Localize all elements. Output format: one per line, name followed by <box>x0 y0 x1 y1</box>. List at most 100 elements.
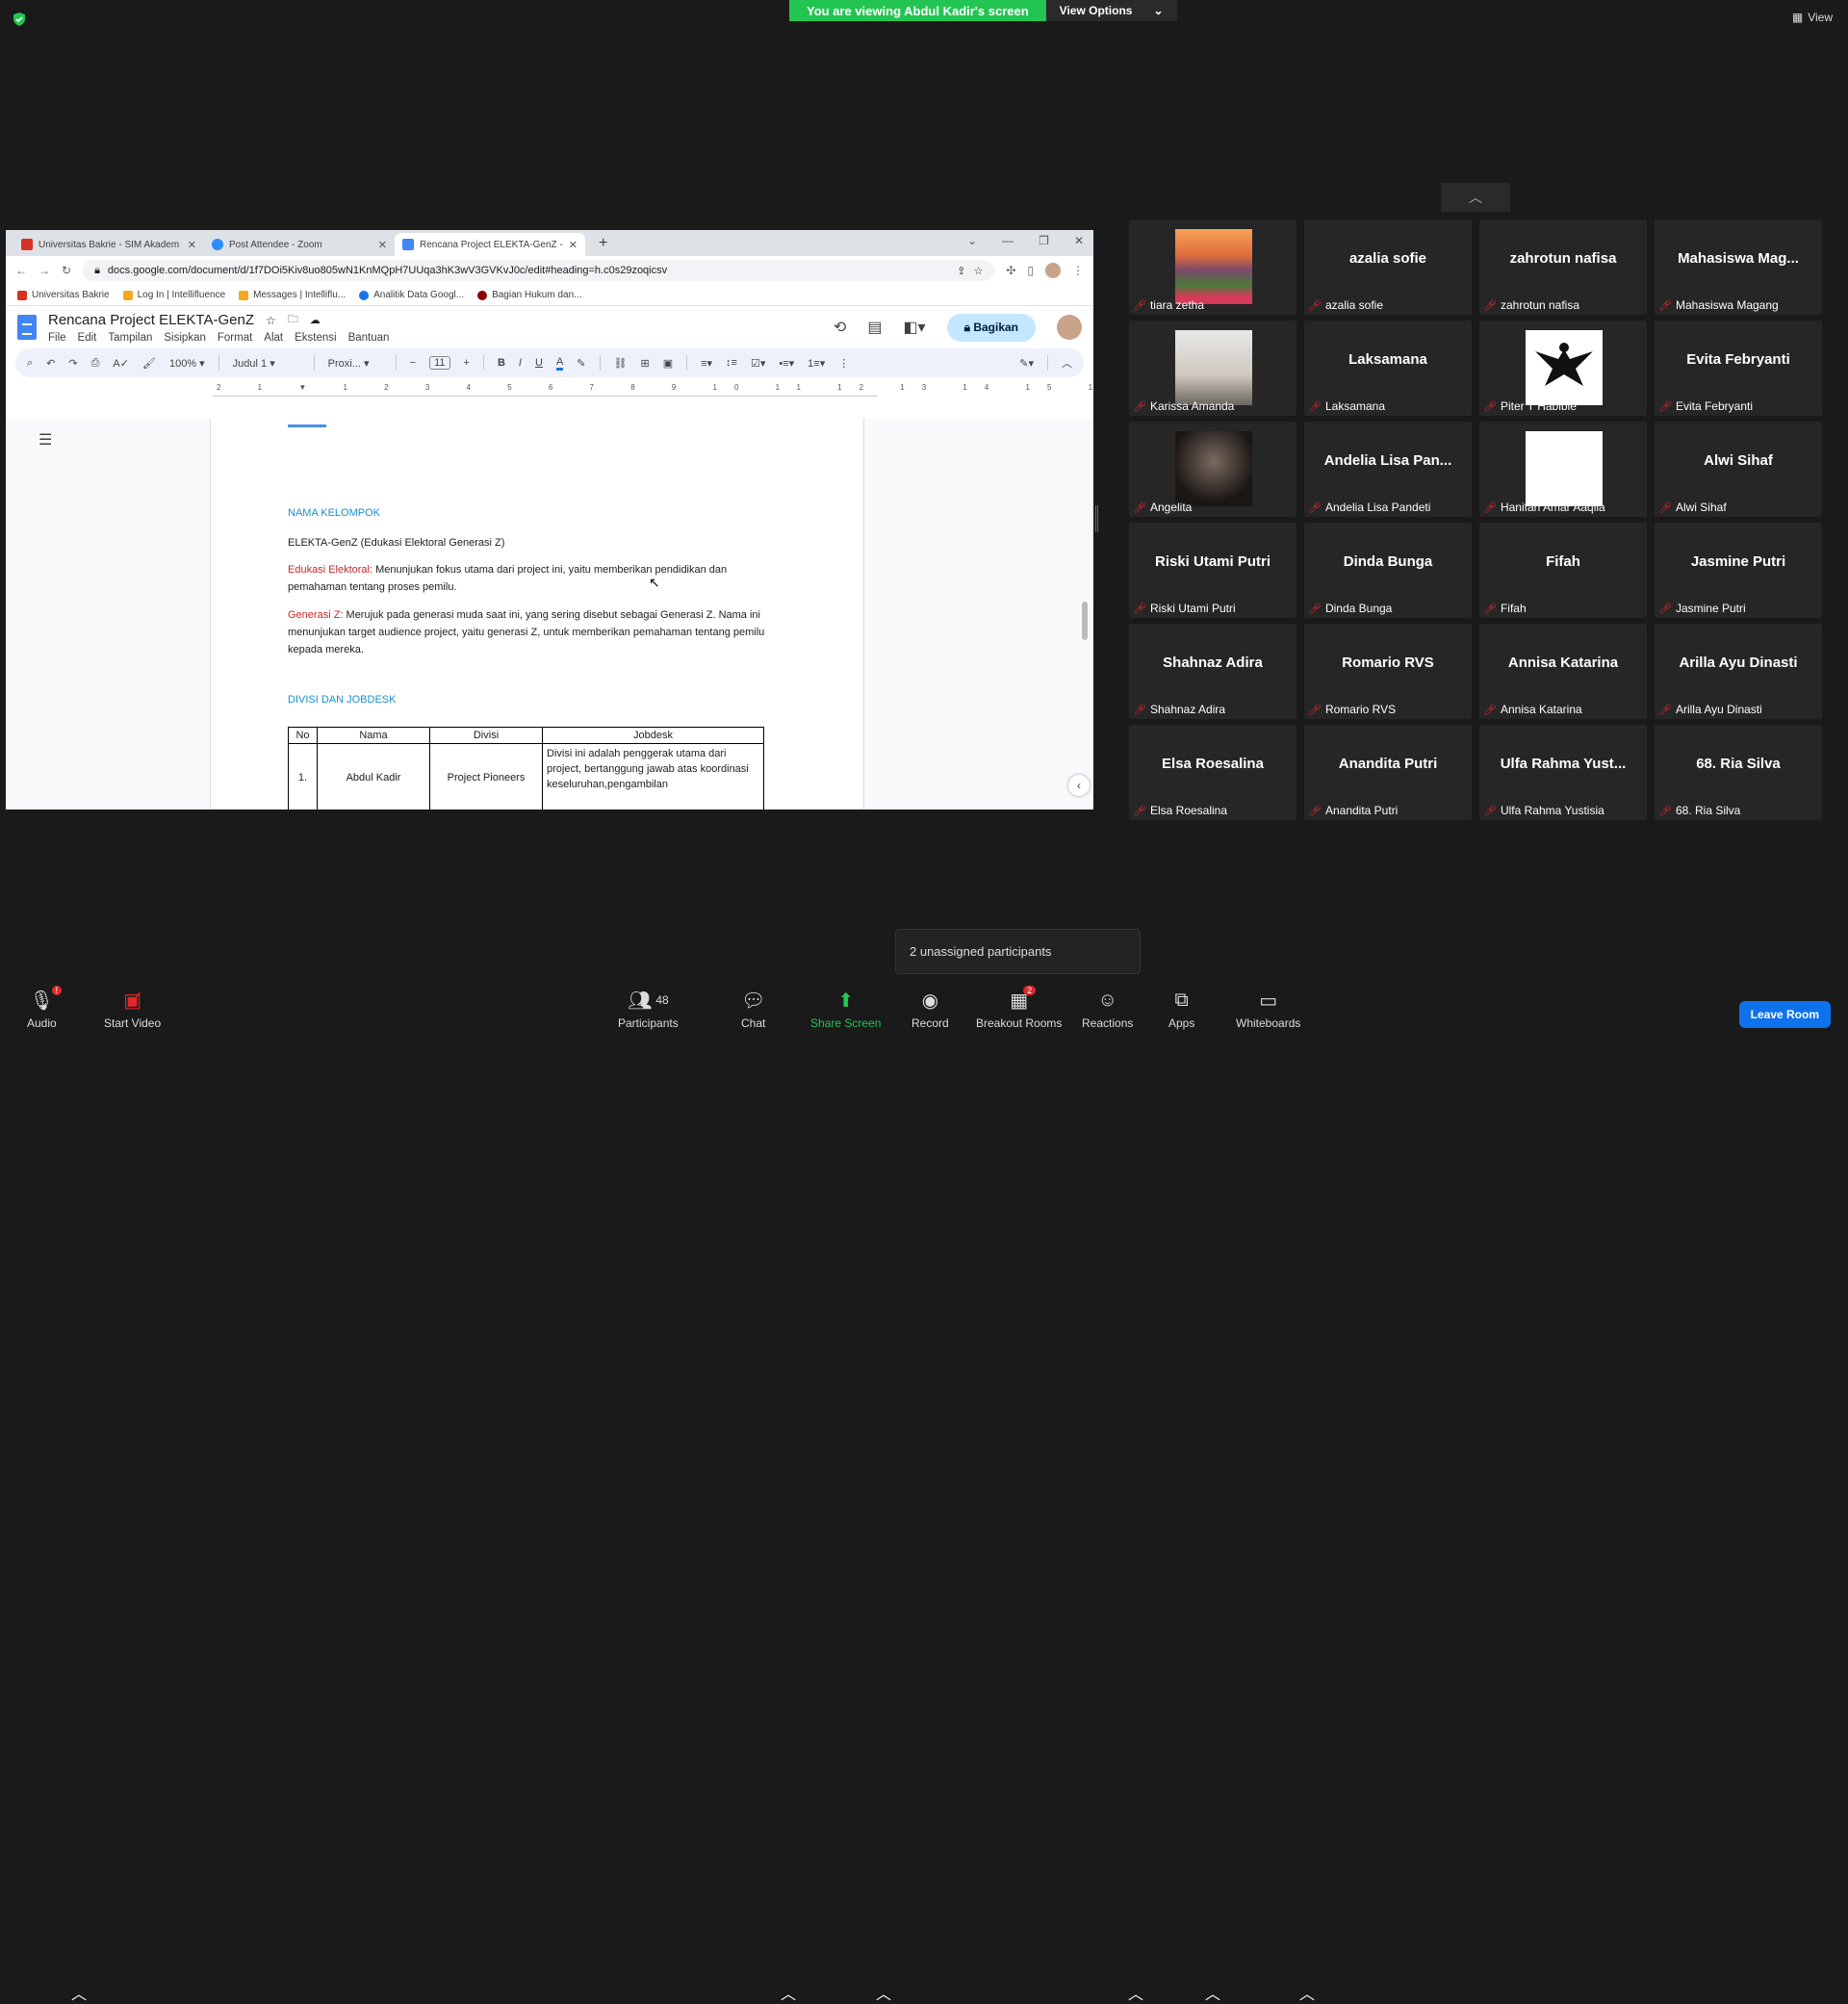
move-folder-icon[interactable]: 🗀︎ <box>288 311 298 329</box>
close-icon[interactable]: ✕ <box>569 239 578 251</box>
participant-tile[interactable]: Mahasiswa Mag... 🎤︎ Mahasiswa Magang <box>1655 219 1822 315</box>
share-caret-icon[interactable]: ︿ <box>876 1981 891 2004</box>
participant-tile[interactable]: 68. Ria Silva 🎤︎ 68. Ria Silva <box>1655 725 1822 820</box>
apps-caret-icon[interactable]: ︿ <box>1205 1981 1220 2004</box>
scrollbar[interactable] <box>1082 602 1088 640</box>
participants-button[interactable]: 👥︎ 48 Participants <box>618 989 679 1031</box>
participant-tile[interactable]: Anandita Putri 🎤︎ Anandita Putri <box>1304 725 1472 820</box>
outline-icon[interactable]: ☰ <box>38 430 52 450</box>
reactions-caret-icon[interactable]: ︿ <box>1128 1981 1143 2004</box>
participant-tile[interactable]: zahrotun nafisa 🎤︎ zahrotun nafisa <box>1479 219 1647 315</box>
start-video-button[interactable]: ▣̸ Start Video <box>104 989 161 1031</box>
edit-mode-icon[interactable]: ✎▾ <box>1019 357 1034 370</box>
record-button[interactable]: ◉ Record <box>911 989 949 1031</box>
decrease-size-icon[interactable]: − <box>410 357 416 369</box>
bookmark-item[interactable]: Universitas Bakrie <box>17 290 110 300</box>
view-options-button[interactable]: View Options ⌄ <box>1045 0 1177 21</box>
close-icon[interactable]: ✕ <box>1074 234 1084 247</box>
participant-tile[interactable]: Annisa Katarina 🎤︎ Annisa Katarina <box>1479 624 1647 719</box>
underline-icon[interactable]: U <box>535 357 543 369</box>
menu-icon[interactable]: ⋮ <box>1072 264 1084 277</box>
leave-room-button[interactable]: Leave Room <box>1738 1001 1831 1028</box>
whiteboards-caret-icon[interactable]: ︿ <box>1299 1981 1315 2004</box>
participant-tile[interactable]: Laksamana 🎤︎ Laksamana <box>1304 321 1472 416</box>
close-icon[interactable]: ✕ <box>188 239 196 251</box>
meet-icon[interactable]: ◧▾ <box>903 318 925 337</box>
participant-tile[interactable]: Jasmine Putri 🎤︎ Jasmine Putri <box>1655 523 1822 618</box>
participant-tile[interactable]: Andelia Lisa Pan... 🎤︎ Andelia Lisa Pandet… <box>1304 422 1472 517</box>
participant-tile[interactable]: 🎤︎ Hanifah Amar Aaqila <box>1479 422 1647 517</box>
more-icon[interactable]: ⋮ <box>838 357 849 370</box>
bookmark-item[interactable]: Messages | Intelliflu... <box>239 290 346 300</box>
star-icon[interactable]: ☆ <box>266 314 276 327</box>
shield-icon[interactable] <box>12 12 27 27</box>
participant-tile[interactable]: 🎤︎ Piter T Habibie <box>1479 321 1647 416</box>
image-icon[interactable]: ▣ <box>663 357 673 370</box>
zoom-select[interactable]: 100% ▾ <box>169 357 205 370</box>
share-button[interactable]: 🔒︎ Bagikan <box>946 313 1036 342</box>
participant-tile[interactable]: Arilla Ayu Dinasti 🎤︎ Arilla Ayu Dinasti <box>1655 624 1822 719</box>
restore-icon[interactable]: ❐ <box>1039 234 1049 247</box>
menu-item[interactable]: Tampilan <box>108 332 152 344</box>
line-spacing-icon[interactable]: ↕≡ <box>726 357 737 369</box>
paint-format-icon[interactable]: 🖌︎ <box>142 357 156 370</box>
close-icon[interactable]: ✕ <box>378 239 387 251</box>
participant-tile[interactable]: Dinda Bunga 🎤︎ Dinda Bunga <box>1304 523 1472 618</box>
back-icon[interactable]: ← <box>15 264 27 277</box>
new-tab-icon[interactable]: + <box>599 235 607 252</box>
menu-item[interactable]: Bantuan <box>348 332 390 344</box>
redo-icon[interactable]: ↷ <box>68 357 77 370</box>
extensions-icon[interactable]: ✣ <box>1006 264 1015 277</box>
print-icon[interactable]: ⎙ <box>91 357 100 370</box>
comment-icon[interactable]: ▤ <box>867 318 882 337</box>
bookmark-item[interactable]: Bagian Hukum dan... <box>477 290 581 300</box>
add-comment-icon[interactable]: ⊞ <box>640 357 649 370</box>
italic-icon[interactable]: I <box>519 357 522 369</box>
font-select[interactable]: Proxi... ▾ <box>328 357 382 370</box>
style-select[interactable]: Judul 1 ▾ <box>233 357 300 370</box>
participant-tile[interactable]: 🎤︎ tiara zetha <box>1129 219 1296 315</box>
panel-resize-handle[interactable] <box>1095 505 1098 532</box>
history-icon[interactable]: ⟲ <box>834 318 846 337</box>
document-title[interactable]: Rencana Project ELEKTA-GenZ <box>48 312 254 328</box>
browser-tab[interactable]: Post Attendee - Zoom ✕ <box>204 233 395 256</box>
sidepanel-icon[interactable]: ▯ <box>1027 264 1034 277</box>
chevron-left-icon[interactable]: ‹ <box>1068 775 1090 796</box>
participant-tile[interactable]: Ulfa Rahma Yust... 🎤︎ Ulfa Rahma Yustisia <box>1479 725 1647 820</box>
browser-tab[interactable]: Universitas Bakrie - SIM Akadem ✕ <box>13 233 204 256</box>
bookmark-item[interactable]: Log In | Intellifluence <box>122 290 225 300</box>
menu-item[interactable]: Format <box>218 332 252 344</box>
gallery-scroll-up-button[interactable]: ︿ <box>1441 183 1510 212</box>
forward-icon[interactable]: → <box>38 264 50 277</box>
menu-item[interactable]: Edit <box>78 332 97 344</box>
participant-tile[interactable]: 🎤︎ Angelita <box>1129 422 1296 517</box>
link-icon[interactable]: ⛓︎ <box>614 357 628 370</box>
align-icon[interactable]: ≡▾ <box>701 357 712 370</box>
spellcheck-icon[interactable]: A✓ <box>113 357 129 370</box>
avatar[interactable] <box>1057 315 1082 340</box>
menu-item[interactable]: Ekstensi <box>295 332 336 344</box>
search-icon[interactable]: ⌕ <box>27 357 33 370</box>
menu-item[interactable]: Sisipkan <box>164 332 205 344</box>
participant-tile[interactable]: azalia sofie 🎤︎ azalia sofie <box>1304 219 1472 315</box>
menu-item[interactable]: File <box>48 332 66 344</box>
increase-size-icon[interactable]: + <box>464 357 470 369</box>
audio-options-caret-icon[interactable]: ︿ <box>71 1981 87 2004</box>
apps-button[interactable]: ⧉ Apps <box>1168 989 1194 1031</box>
participant-tile[interactable]: 🎤︎ Karissa Amanda <box>1129 321 1296 416</box>
document-page[interactable]: NAMA KELOMPOK ELEKTA-GenZ (Edukasi Elekt… <box>210 419 864 809</box>
docs-logo-icon[interactable] <box>17 315 37 340</box>
collapse-icon[interactable]: ︿ <box>1062 355 1072 371</box>
share-page-icon[interactable]: ⇪ <box>957 265 965 277</box>
menu-item[interactable]: Alat <box>264 332 283 344</box>
reload-icon[interactable]: ↻ <box>62 264 71 277</box>
participant-tile[interactable]: Shahnaz Adira 🎤︎ Shahnaz Adira <box>1129 624 1296 719</box>
profile-avatar[interactable] <box>1045 263 1061 278</box>
undo-icon[interactable]: ↶ <box>46 357 55 370</box>
numbered-list-icon[interactable]: 1≡▾ <box>808 357 825 370</box>
participant-tile[interactable]: Elsa Roesalina 🎤︎ Elsa Roesalina <box>1129 725 1296 820</box>
participant-tile[interactable]: Riski Utami Putri 🎤︎ Riski Utami Putri <box>1129 523 1296 618</box>
participant-tile[interactable]: Alwi Sihaf 🎤︎ Alwi Sihaf <box>1655 422 1822 517</box>
share-screen-button[interactable]: ⬆︎ Share Screen <box>810 989 881 1031</box>
chat-button[interactable]: 💬︎ Chat <box>741 989 765 1031</box>
